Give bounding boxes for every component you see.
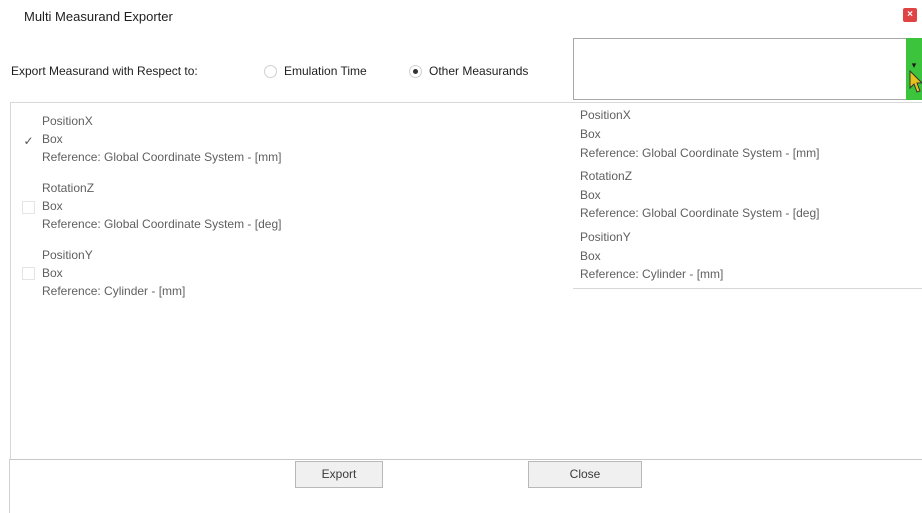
checkbox-checked[interactable]: ✓ xyxy=(22,135,35,148)
checkbox-unchecked[interactable] xyxy=(22,267,35,280)
option-object: Box xyxy=(580,249,601,263)
option-name: PositionX xyxy=(580,108,631,122)
item-object: Box xyxy=(42,199,63,213)
radio-emulation-time[interactable] xyxy=(264,65,277,78)
option-name: PositionY xyxy=(580,230,631,244)
item-object: Box xyxy=(42,266,63,280)
option-reference: Reference: Global Coordinate System - [d… xyxy=(580,206,820,220)
item-reference: Reference: Global Coordinate System - [d… xyxy=(42,217,282,231)
option-reference: Reference: Global Coordinate System - [m… xyxy=(580,146,820,160)
chevron-down-icon: ▾ xyxy=(911,60,917,70)
item-reference: Reference: Cylinder - [mm] xyxy=(42,284,186,298)
close-window-button[interactable]: × xyxy=(903,8,917,22)
title-bar: Multi Measurand Exporter × xyxy=(0,0,922,32)
item-name: RotationZ xyxy=(42,181,95,195)
option-name: RotationZ xyxy=(580,169,633,183)
option-object: Box xyxy=(580,127,601,141)
export-button[interactable]: Export xyxy=(295,461,383,488)
window-title: Multi Measurand Exporter xyxy=(24,9,173,24)
option-reference: Reference: Cylinder - [mm] xyxy=(580,267,724,281)
close-button[interactable]: Close xyxy=(528,461,642,488)
radio-other-measurands-label[interactable]: Other Measurands xyxy=(429,64,528,78)
checkbox-unchecked[interactable] xyxy=(22,201,35,214)
measurand-dropdown[interactable] xyxy=(573,38,922,100)
item-reference: Reference: Global Coordinate System - [m… xyxy=(42,150,282,164)
radio-emulation-time-label[interactable]: Emulation Time xyxy=(284,64,367,78)
bottom-separator xyxy=(10,459,922,460)
option-object: Box xyxy=(580,188,601,202)
mouse-cursor-icon xyxy=(909,70,922,93)
item-object: Box xyxy=(42,132,63,146)
export-with-respect-label: Export Measurand with Respect to: xyxy=(11,64,198,78)
radio-other-measurands[interactable] xyxy=(409,65,422,78)
dropdown-options-list xyxy=(573,102,922,289)
item-name: PositionX xyxy=(42,114,93,128)
left-border xyxy=(9,459,10,513)
item-name: PositionY xyxy=(42,248,93,262)
